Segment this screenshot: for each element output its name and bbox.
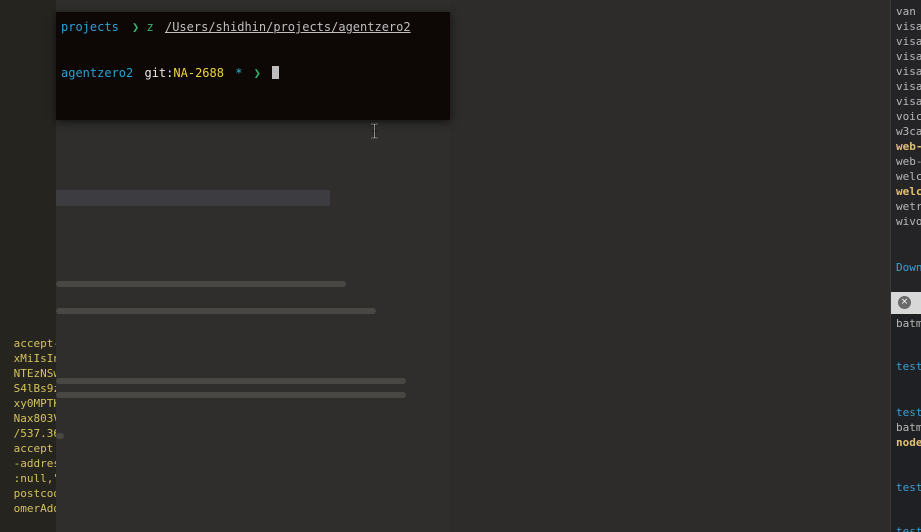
git-dirty-indicator: * (235, 66, 243, 80)
code-line: S4lBs9z (13, 382, 56, 395)
terminal-line-1: projects ❯ z /Users/shidhin/projects/age… (61, 20, 411, 34)
download-link[interactable]: Down (896, 260, 921, 275)
left-editor-pane: accept- xMiIsIn NTEzNSw S4lBs9z xy0MPTK … (0, 0, 56, 532)
code-line: -addres (13, 457, 56, 470)
output-line: test (896, 481, 921, 494)
file-item[interactable]: web- (896, 154, 921, 169)
panel-tab-bar: × (891, 292, 921, 314)
command-argument-path: /Users/shidhin/projects/agentzero2 (164, 20, 411, 34)
file-item[interactable]: visa (896, 79, 921, 94)
blurred-text (56, 378, 406, 384)
prompt-arrow-icon: ❯ (132, 20, 140, 34)
file-item[interactable]: visa (896, 34, 921, 49)
git-branch: NA-2688 (173, 66, 224, 80)
file-item[interactable]: visa (896, 49, 921, 64)
output-line: test (896, 525, 921, 532)
terminal-line-2: agentzero2 git:NA-2688 * ❯ (61, 66, 280, 80)
file-item[interactable]: wetr (896, 199, 921, 214)
blurred-text (56, 392, 406, 398)
blurred-bar (56, 190, 330, 206)
file-item[interactable]: welc (896, 169, 921, 184)
file-item[interactable]: web- (896, 139, 921, 154)
code-line: xy0MPTK (13, 397, 56, 410)
ibeam-cursor-icon (371, 123, 378, 139)
output-line: batm (896, 317, 921, 330)
terminal-window[interactable]: projects ❯ z /Users/shidhin/projects/age… (56, 12, 450, 120)
code-line: /537.36 (13, 427, 56, 440)
prompt-dir: agentzero2 (61, 66, 134, 80)
output-line: node (896, 436, 921, 449)
code-line: NTEzNSw (13, 367, 56, 380)
background-window-right (450, 0, 890, 532)
file-item[interactable]: van (896, 4, 916, 19)
code-line: :null," (13, 472, 56, 485)
file-item[interactable]: visa (896, 64, 921, 79)
file-item[interactable]: welc (896, 184, 921, 199)
code-line: xMiIsIn (13, 352, 56, 365)
output-line: test (896, 360, 921, 373)
code-line: accept: (13, 442, 56, 455)
prompt-arrow-icon: ❯ (253, 66, 261, 80)
blurred-text (56, 433, 64, 439)
prompt-dir: projects (61, 20, 119, 34)
file-item[interactable]: visa (896, 94, 921, 109)
file-item[interactable]: w3ca (896, 124, 921, 139)
command: z (146, 20, 154, 34)
panel-output: batm test test batm node test test (891, 314, 921, 532)
blurred-text (56, 308, 376, 314)
file-item[interactable]: wivo (896, 214, 921, 229)
right-file-panel: van visa visa visa visa visa visa voic w… (890, 0, 921, 532)
output-line: batm (896, 421, 921, 434)
code-line: accept- (13, 337, 56, 350)
code-line: postcod (13, 487, 56, 500)
git-label: git: (144, 66, 174, 80)
output-line: test (896, 406, 921, 419)
text-cursor (272, 66, 280, 79)
file-item[interactable]: voic (896, 109, 921, 124)
close-icon[interactable]: × (898, 296, 911, 309)
file-item[interactable]: visa (896, 19, 921, 34)
code-line: omerAdd (13, 502, 56, 515)
blurred-text (56, 281, 346, 287)
code-line: Nax803V (13, 412, 56, 425)
